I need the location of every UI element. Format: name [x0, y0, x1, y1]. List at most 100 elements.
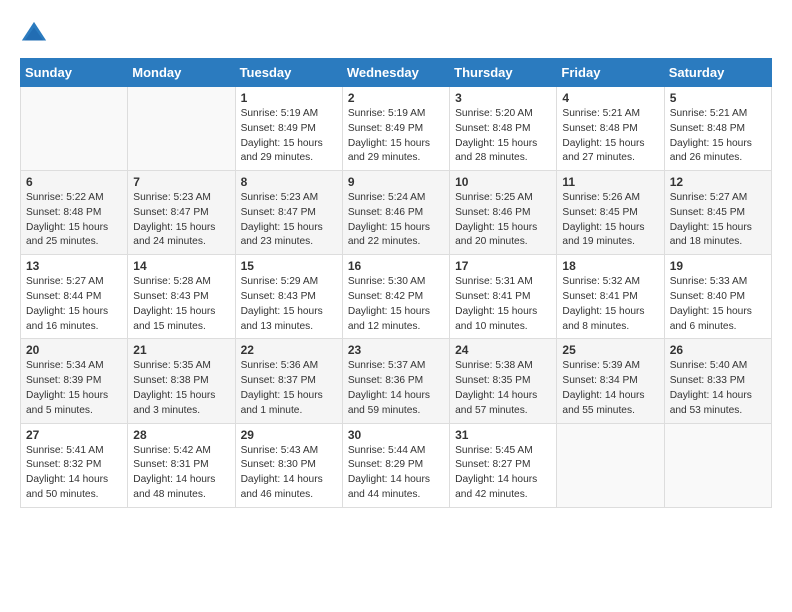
header-day-friday: Friday: [557, 59, 664, 87]
calendar-cell: 6 Sunrise: 5:22 AM Sunset: 8:48 PM Daylig…: [21, 171, 128, 255]
calendar-cell: 25 Sunrise: 5:39 AM Sunset: 8:34 PM Dayli…: [557, 339, 664, 423]
day-info: Sunrise: 5:39 AM Sunset: 8:34 PM Dayligh…: [562, 359, 658, 418]
calendar-cell: 19Sunrise: 5:33 AM Sunset: 8:40 PM Dayli…: [664, 255, 771, 339]
logo: [20, 20, 52, 48]
calendar-cell: 26 Sunrise: 5:40 AM Sunset: 8:33 PM Dayli…: [664, 339, 771, 423]
day-number: 31: [455, 428, 551, 442]
day-info: Sunrise: 5:41 AM Sunset: 8:32 PM Dayligh…: [26, 444, 122, 503]
day-info: Sunrise: 5:21 AM Sunset: 8:48 PM Dayligh…: [562, 107, 658, 166]
calendar-cell: 13 Sunrise: 5:27 AM Sunset: 8:44 PM Dayli…: [21, 255, 128, 339]
calendar-cell: [557, 423, 664, 507]
day-number: 9: [348, 175, 444, 189]
day-number: 13: [26, 259, 122, 273]
day-number: 12: [670, 175, 766, 189]
calendar-cell: 3 Sunrise: 5:20 AM Sunset: 8:48 PM Daylig…: [450, 87, 557, 171]
calendar-cell: [664, 423, 771, 507]
calendar-cell: 16 Sunrise: 5:30 AM Sunset: 8:42 PM Dayli…: [342, 255, 449, 339]
header-day-wednesday: Wednesday: [342, 59, 449, 87]
calendar-cell: 2 Sunrise: 5:19 AM Sunset: 8:49 PM Daylig…: [342, 87, 449, 171]
day-info: Sunrise: 5:36 AM Sunset: 8:37 PM Dayligh…: [241, 359, 337, 418]
day-number: 22: [241, 343, 337, 357]
logo-icon: [20, 20, 48, 48]
calendar-cell: 14Sunrise: 5:28 AM Sunset: 8:43 PM Dayli…: [128, 255, 235, 339]
day-info: Sunrise: 5:23 AM Sunset: 8:47 PM Dayligh…: [133, 191, 229, 250]
day-info: Sunrise: 5:27 AM Sunset: 8:45 PM Dayligh…: [670, 191, 766, 250]
day-info: Sunrise: 5:35 AM Sunset: 8:38 PM Dayligh…: [133, 359, 229, 418]
day-number: 29: [241, 428, 337, 442]
calendar-cell: 30 Sunrise: 5:44 AM Sunset: 8:29 PM Dayli…: [342, 423, 449, 507]
day-number: 23: [348, 343, 444, 357]
day-number: 7: [133, 175, 229, 189]
calendar-week-3: 13 Sunrise: 5:27 AM Sunset: 8:44 PM Dayli…: [21, 255, 772, 339]
day-info: Sunrise: 5:42 AM Sunset: 8:31 PM Dayligh…: [133, 444, 229, 503]
day-number: 8: [241, 175, 337, 189]
day-number: 26: [670, 343, 766, 357]
day-info: Sunrise: 5:23 AM Sunset: 8:47 PM Dayligh…: [241, 191, 337, 250]
day-info: Sunrise: 5:37 AM Sunset: 8:36 PM Dayligh…: [348, 359, 444, 418]
day-number: 25: [562, 343, 658, 357]
day-info: Sunrise: 5:27 AM Sunset: 8:44 PM Dayligh…: [26, 275, 122, 334]
day-number: 2: [348, 91, 444, 105]
day-number: 24: [455, 343, 551, 357]
day-number: 27: [26, 428, 122, 442]
day-number: 17: [455, 259, 551, 273]
day-info: Sunrise: 5:25 AM Sunset: 8:46 PM Dayligh…: [455, 191, 551, 250]
header-row: SundayMondayTuesdayWednesdayThursdayFrid…: [21, 59, 772, 87]
day-info: Sunrise: 5:28 AM Sunset: 8:43 PM Dayligh…: [133, 275, 229, 334]
calendar-table: SundayMondayTuesdayWednesdayThursdayFrid…: [20, 58, 772, 508]
day-info: Sunrise: 5:40 AM Sunset: 8:33 PM Dayligh…: [670, 359, 766, 418]
calendar-cell: 27 Sunrise: 5:41 AM Sunset: 8:32 PM Dayli…: [21, 423, 128, 507]
calendar-cell: 15 Sunrise: 5:29 AM Sunset: 8:43 PM Dayli…: [235, 255, 342, 339]
day-info: Sunrise: 5:31 AM Sunset: 8:41 PM Dayligh…: [455, 275, 551, 334]
day-number: 6: [26, 175, 122, 189]
calendar-cell: 4 Sunrise: 5:21 AM Sunset: 8:48 PM Daylig…: [557, 87, 664, 171]
day-info: Sunrise: 5:20 AM Sunset: 8:48 PM Dayligh…: [455, 107, 551, 166]
calendar-cell: 23 Sunrise: 5:37 AM Sunset: 8:36 PM Dayli…: [342, 339, 449, 423]
header-day-monday: Monday: [128, 59, 235, 87]
day-info: Sunrise: 5:19 AM Sunset: 8:49 PM Dayligh…: [348, 107, 444, 166]
calendar-week-5: 27 Sunrise: 5:41 AM Sunset: 8:32 PM Dayli…: [21, 423, 772, 507]
calendar-body: 1Sunrise: 5:19 AM Sunset: 8:49 PM Daylig…: [21, 87, 772, 508]
calendar-header: SundayMondayTuesdayWednesdayThursdayFrid…: [21, 59, 772, 87]
day-number: 16: [348, 259, 444, 273]
calendar-cell: 21 Sunrise: 5:35 AM Sunset: 8:38 PM Dayli…: [128, 339, 235, 423]
calendar-week-1: 1Sunrise: 5:19 AM Sunset: 8:49 PM Daylig…: [21, 87, 772, 171]
day-info: Sunrise: 5:26 AM Sunset: 8:45 PM Dayligh…: [562, 191, 658, 250]
day-info: Sunrise: 5:22 AM Sunset: 8:48 PM Dayligh…: [26, 191, 122, 250]
header-day-sunday: Sunday: [21, 59, 128, 87]
day-number: 15: [241, 259, 337, 273]
calendar-cell: 28 Sunrise: 5:42 AM Sunset: 8:31 PM Dayli…: [128, 423, 235, 507]
day-number: 4: [562, 91, 658, 105]
day-number: 19: [670, 259, 766, 273]
calendar-cell: 29Sunrise: 5:43 AM Sunset: 8:30 PM Dayli…: [235, 423, 342, 507]
day-info: Sunrise: 5:32 AM Sunset: 8:41 PM Dayligh…: [562, 275, 658, 334]
day-number: 28: [133, 428, 229, 442]
day-number: 18: [562, 259, 658, 273]
day-info: Sunrise: 5:30 AM Sunset: 8:42 PM Dayligh…: [348, 275, 444, 334]
day-number: 10: [455, 175, 551, 189]
day-number: 21: [133, 343, 229, 357]
day-number: 11: [562, 175, 658, 189]
day-info: Sunrise: 5:19 AM Sunset: 8:49 PM Dayligh…: [241, 107, 337, 166]
day-info: Sunrise: 5:21 AM Sunset: 8:48 PM Dayligh…: [670, 107, 766, 166]
day-info: Sunrise: 5:29 AM Sunset: 8:43 PM Dayligh…: [241, 275, 337, 334]
calendar-cell: 1Sunrise: 5:19 AM Sunset: 8:49 PM Daylig…: [235, 87, 342, 171]
day-info: Sunrise: 5:24 AM Sunset: 8:46 PM Dayligh…: [348, 191, 444, 250]
calendar-cell: 8 Sunrise: 5:23 AM Sunset: 8:47 PM Daylig…: [235, 171, 342, 255]
day-number: 30: [348, 428, 444, 442]
calendar-cell: 11 Sunrise: 5:26 AM Sunset: 8:45 PM Dayli…: [557, 171, 664, 255]
day-number: 20: [26, 343, 122, 357]
calendar-cell: 17 Sunrise: 5:31 AM Sunset: 8:41 PM Dayli…: [450, 255, 557, 339]
header-day-saturday: Saturday: [664, 59, 771, 87]
page-header: [20, 20, 772, 48]
calendar-week-2: 6 Sunrise: 5:22 AM Sunset: 8:48 PM Daylig…: [21, 171, 772, 255]
calendar-cell: 7 Sunrise: 5:23 AM Sunset: 8:47 PM Daylig…: [128, 171, 235, 255]
calendar-cell: 10 Sunrise: 5:25 AM Sunset: 8:46 PM Dayli…: [450, 171, 557, 255]
calendar-week-4: 20 Sunrise: 5:34 AM Sunset: 8:39 PM Dayli…: [21, 339, 772, 423]
day-info: Sunrise: 5:34 AM Sunset: 8:39 PM Dayligh…: [26, 359, 122, 418]
day-info: Sunrise: 5:44 AM Sunset: 8:29 PM Dayligh…: [348, 444, 444, 503]
day-number: 3: [455, 91, 551, 105]
calendar-cell: 20 Sunrise: 5:34 AM Sunset: 8:39 PM Dayli…: [21, 339, 128, 423]
day-info: Sunrise: 5:45 AM Sunset: 8:27 PM Dayligh…: [455, 444, 551, 503]
calendar-cell: 31 Sunrise: 5:45 AM Sunset: 8:27 PM Dayli…: [450, 423, 557, 507]
